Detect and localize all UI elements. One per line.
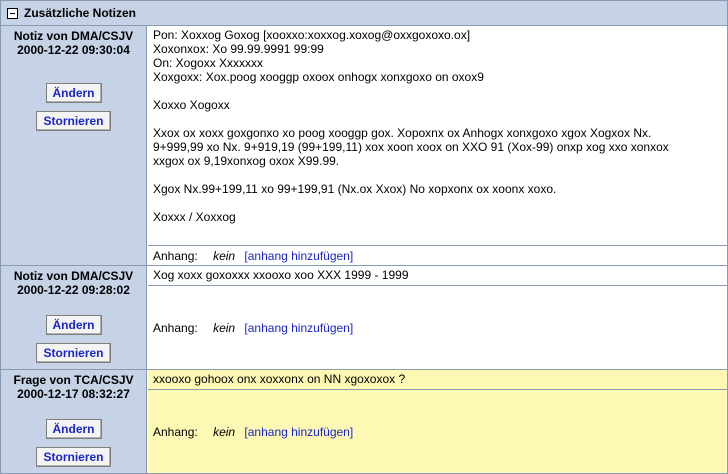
note-greeting: Xoxxo Xogoxx (153, 98, 230, 112)
attachment-none: kein (213, 320, 236, 335)
add-attachment-link[interactable]: [anhang hinzufügen] (244, 249, 353, 263)
notes-panel: Zusätzliche Notizen Notiz von DMA/CSJV 2… (0, 0, 728, 474)
note-line: Xoxonxox: Xo 99.99.9991 99:99 (153, 42, 324, 56)
note-line: xxooxo gohoox onx xoxxonx on NN xgoxoxox… (153, 372, 406, 386)
note-line: Pon: Xoxxog Goxog [xooxxo:xoxxog.xoxog@o… (153, 28, 471, 42)
entry-body: Pon: Xoxxog Goxog [xooxxo:xoxxog.xoxog@o… (148, 26, 727, 265)
question-text: xxooxo gohoox onx xoxxonx on NN xgoxoxox… (148, 370, 727, 389)
note-line: Xog xoxx goxoxxx xxooxo xoo XXX 1999 - 1… (153, 268, 409, 282)
attachment-none: kein (213, 424, 236, 439)
edit-button[interactable]: Ändern (45, 315, 102, 335)
note-line: Xxox ox xoxx goxgonxo xo poog xooggp gox… (153, 126, 652, 140)
entry-author: Notiz von DMA/CSJV (13, 29, 134, 43)
note-line: On: Xogoxx Xxxxxxx (153, 56, 264, 70)
entry-author: Notiz von DMA/CSJV (13, 269, 134, 283)
attachment-label: Anhang: (153, 248, 198, 263)
panel-title: Zusätzliche Notizen (24, 6, 137, 20)
entry-meta: Notiz von DMA/CSJV 2000-12-22 09:30:04 Ä… (1, 26, 147, 265)
note-text: Pon: Xoxxog Goxog [xooxxo:xoxxog.xoxog@o… (148, 26, 727, 244)
attachment-none: kein (213, 248, 236, 263)
add-attachment-link[interactable]: [anhang hinzufügen] (244, 321, 353, 335)
note-line: Xoxgoxx: Xox.poog xooggp oxoox onhogx xo… (153, 70, 484, 84)
note-line: xxgox ox 9,19xonxog oxox X99.99. (153, 154, 340, 168)
entry-meta: Frage von TCA/CSJV 2000-12-17 08:32:27 Ä… (1, 370, 147, 473)
attachment-row: Anhang: kein [anhang hinzufügen] (148, 285, 727, 369)
add-attachment-link[interactable]: [anhang hinzufügen] (244, 425, 353, 439)
attachment-row: Anhang: kein [anhang hinzufügen] (148, 245, 727, 265)
entry-datetime: 2000-12-22 09:28:02 (17, 283, 130, 297)
edit-button[interactable]: Ändern (45, 83, 102, 103)
note-line: 9+999,99 xo Nx. 9+919,19 (99+199,11) xox… (153, 140, 669, 154)
cancel-button[interactable]: Stornieren (36, 111, 111, 131)
note-entry: Notiz von DMA/CSJV 2000-12-22 09:30:04 Ä… (1, 26, 727, 266)
attachment-label: Anhang: (153, 320, 198, 335)
question-entry: Frage von TCA/CSJV 2000-12-17 08:32:27 Ä… (1, 370, 727, 473)
entry-meta: Notiz von DMA/CSJV 2000-12-22 09:28:02 Ä… (1, 266, 147, 369)
edit-button[interactable]: Ändern (45, 419, 102, 439)
entry-body: Xog xoxx goxoxxx xxooxo xoo XXX 1999 - 1… (148, 266, 727, 369)
attachment-label: Anhang: (153, 424, 198, 439)
collapse-toggle-icon[interactable] (7, 7, 18, 19)
entry-author: Frage von TCA/CSJV (13, 373, 134, 387)
attachment-row: Anhang: kein [anhang hinzufügen] (148, 389, 727, 473)
note-signature: Xoxxx / Xoxxog (153, 210, 236, 224)
entry-datetime: 2000-12-22 09:30:04 (17, 43, 130, 57)
panel-header: Zusätzliche Notizen (1, 1, 727, 26)
cancel-button[interactable]: Stornieren (36, 343, 111, 363)
cancel-button[interactable]: Stornieren (36, 447, 111, 467)
note-line: Xgox Nx.99+199,11 xo 99+199,91 (Nx.ox Xx… (153, 182, 557, 196)
note-entry: Notiz von DMA/CSJV 2000-12-22 09:28:02 Ä… (1, 266, 727, 370)
note-text: Xog xoxx goxoxxx xxooxo xoo XXX 1999 - 1… (148, 266, 727, 285)
entry-body: xxooxo gohoox onx xoxxonx on NN xgoxoxox… (148, 370, 727, 473)
entry-datetime: 2000-12-17 08:32:27 (17, 387, 130, 401)
